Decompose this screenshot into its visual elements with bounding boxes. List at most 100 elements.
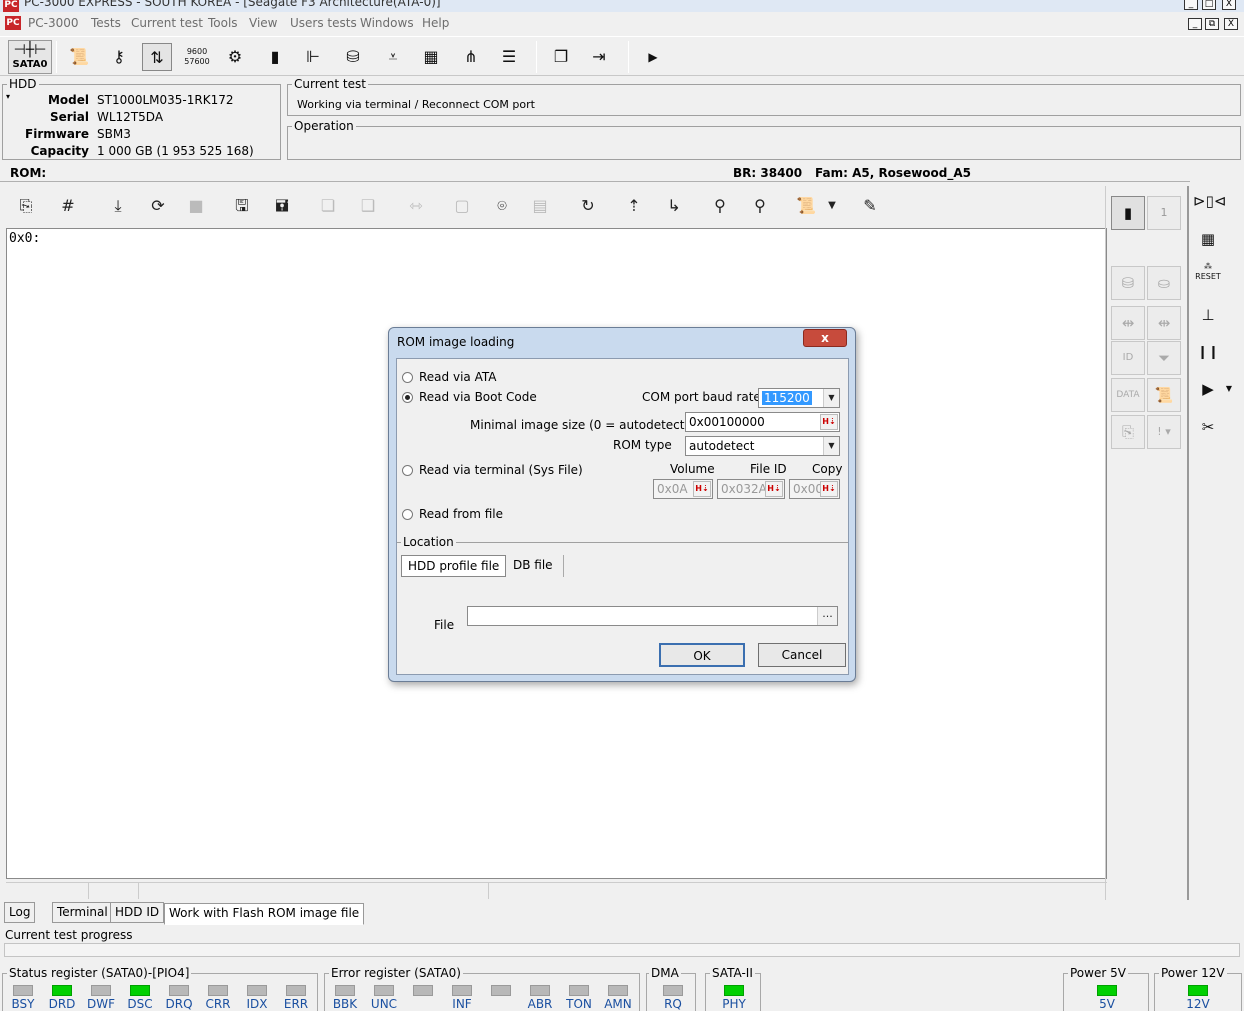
copy-input[interactable]: 0x00 H⇣: [789, 479, 840, 499]
menu-help[interactable]: Help: [422, 16, 449, 30]
disk-icon[interactable]: ⛁: [338, 43, 368, 71]
find-icon[interactable]: ⚲: [704, 190, 736, 222]
sata-port-button[interactable]: ⊣┼⊢ SATA0: [8, 40, 52, 74]
scroll-disabled-icon[interactable]: 📜: [1147, 378, 1181, 412]
read-terminal-label[interactable]: Read via terminal (Sys File): [419, 463, 583, 477]
board-icon[interactable]: ▦: [1193, 224, 1223, 254]
baud-dropdown-icon[interactable]: ▼: [823, 389, 839, 407]
tools-icon[interactable]: ✂: [1193, 412, 1223, 442]
grid-icon[interactable]: ▦: [416, 43, 446, 71]
disk-read-icon[interactable]: ⛁: [1111, 266, 1145, 300]
min-size-input[interactable]: 0x00100000 H⇣: [685, 412, 840, 432]
stop-icon[interactable]: ■: [180, 190, 212, 222]
gear-icon[interactable]: ⚙: [220, 43, 250, 71]
funnel-icon[interactable]: ⏷: [1147, 341, 1181, 375]
child-restore-button[interactable]: ⧉: [1205, 18, 1219, 30]
menu-view[interactable]: View: [249, 16, 277, 30]
id-doc-icon[interactable]: ID: [1111, 341, 1145, 375]
play-step-icon[interactable]: ▶: [1193, 374, 1223, 404]
tab-log[interactable]: Log: [4, 902, 36, 923]
refresh-icon[interactable]: ⟳: [142, 190, 174, 222]
transfer-icon[interactable]: ⇅: [142, 43, 172, 71]
pause-icon[interactable]: ❙❙: [1193, 338, 1223, 368]
align-right-icon[interactable]: ⇹: [1147, 306, 1181, 340]
save-as-icon[interactable]: 🖬: [266, 190, 298, 222]
maximize-button[interactable]: □: [1202, 0, 1216, 10]
rom-type-select[interactable]: autodetect ▼: [685, 436, 840, 456]
volume-input[interactable]: 0x0A H⇣: [653, 479, 713, 499]
ok-button[interactable]: OK: [659, 643, 745, 667]
script-dropdown-icon[interactable]: ▼: [822, 190, 842, 222]
file-id-input[interactable]: 0x032A H⇣: [717, 479, 785, 499]
baud-select[interactable]: 115200 ▼: [758, 388, 840, 408]
read-ata-label[interactable]: Read via ATA: [419, 370, 496, 384]
new-doc-icon[interactable]: ▢: [446, 190, 478, 222]
open-icon[interactable]: ⎘: [10, 190, 42, 222]
child-close-button[interactable]: X: [1224, 18, 1238, 30]
browse-button[interactable]: ...: [817, 607, 837, 625]
import-doc-icon[interactable]: ↳: [658, 190, 690, 222]
paste-icon[interactable]: ❑: [352, 190, 384, 222]
compare-icon[interactable]: ⇿: [400, 190, 432, 222]
minimize-button[interactable]: _: [1184, 0, 1198, 10]
doc-refresh-icon[interactable]: ↻: [572, 190, 604, 222]
flash-icon[interactable]: ⩡: [378, 43, 408, 71]
download-icon[interactable]: ⤓: [102, 190, 134, 222]
read-boot-label[interactable]: Read via Boot Code: [419, 390, 537, 404]
menu-windows[interactable]: Windows: [360, 16, 414, 30]
read-terminal-radio[interactable]: [402, 465, 413, 476]
hash-icon[interactable]: #: [52, 190, 84, 222]
read-boot-radio[interactable]: [402, 392, 413, 403]
align-left-icon[interactable]: ⇹: [1111, 306, 1145, 340]
read-file-radio[interactable]: [402, 509, 413, 520]
play-dropdown-icon[interactable]: ▼: [1222, 374, 1236, 404]
rom-type-dropdown-icon[interactable]: ▼: [823, 437, 839, 455]
cancel-button[interactable]: Cancel: [758, 643, 846, 667]
file-path-input[interactable]: ...: [467, 606, 838, 626]
baud-icon[interactable]: 9600 57600: [182, 43, 212, 71]
key-icon[interactable]: ⚷: [104, 43, 134, 71]
file-id-spin-icon[interactable]: H⇣: [765, 481, 783, 497]
read-file-label[interactable]: Read from file: [419, 507, 503, 521]
arrow-right-icon[interactable]: ▶: [638, 43, 668, 71]
find-next-icon[interactable]: ⚲: [744, 190, 776, 222]
menu-pc3000[interactable]: PC-3000: [28, 16, 78, 30]
pin-icon[interactable]: ⊩: [298, 43, 328, 71]
alert-dropdown-icon[interactable]: ! ▾: [1147, 415, 1181, 449]
menu-users-tests[interactable]: Users tests: [290, 16, 357, 30]
tab-hdd-id[interactable]: HDD ID: [110, 902, 165, 923]
close-window-button[interactable]: X: [1222, 0, 1236, 10]
menu-current-test[interactable]: Current test: [131, 16, 203, 30]
tree-icon[interactable]: ⋔: [456, 43, 486, 71]
tab-hdd-profile-file[interactable]: HDD profile file: [401, 555, 507, 577]
min-size-spin-icon[interactable]: H⇣: [820, 414, 838, 430]
copy-spin-icon[interactable]: H⇣: [820, 481, 838, 497]
tab-terminal[interactable]: Terminal: [52, 902, 113, 923]
signal-icon[interactable]: ⊳▯⊲: [1193, 186, 1226, 216]
doc-numbers-icon[interactable]: ▤: [524, 190, 556, 222]
dialog-close-button[interactable]: x: [803, 329, 847, 347]
disk-copy-icon[interactable]: ⎘: [1111, 415, 1145, 449]
script-icon[interactable]: 📜: [790, 190, 822, 222]
save-icon[interactable]: 🖫: [226, 190, 258, 222]
volume-spin-icon[interactable]: H⇣: [693, 481, 711, 497]
copy-icon[interactable]: ❏: [312, 190, 344, 222]
disk-write-icon[interactable]: ⛀: [1147, 266, 1181, 300]
windows-icon[interactable]: ❐: [546, 43, 576, 71]
menu-tools[interactable]: Tools: [208, 16, 238, 30]
chip-icon[interactable]: ▮: [260, 43, 290, 71]
tab-flash-rom[interactable]: Work with Flash ROM image file: [164, 903, 365, 925]
chip-select-icon[interactable]: ▮: [1111, 196, 1145, 230]
chip-counter[interactable]: 1: [1147, 196, 1181, 230]
doc-gear-icon[interactable]: ⌾: [486, 190, 518, 222]
upload-doc-icon[interactable]: ⇡: [618, 190, 650, 222]
reset-icon[interactable]: ⁂ RESET: [1193, 262, 1223, 292]
tab-db-file[interactable]: DB file: [503, 555, 564, 577]
probe-icon[interactable]: ⊥: [1193, 300, 1223, 330]
edit-notes-icon[interactable]: ✎: [854, 190, 886, 222]
list-icon[interactable]: ☰: [494, 43, 524, 71]
scroll-icon[interactable]: 📜: [64, 43, 94, 71]
menu-tests[interactable]: Tests: [91, 16, 121, 30]
exit-icon[interactable]: ⇥: [584, 43, 614, 71]
read-ata-radio[interactable]: [402, 372, 413, 383]
